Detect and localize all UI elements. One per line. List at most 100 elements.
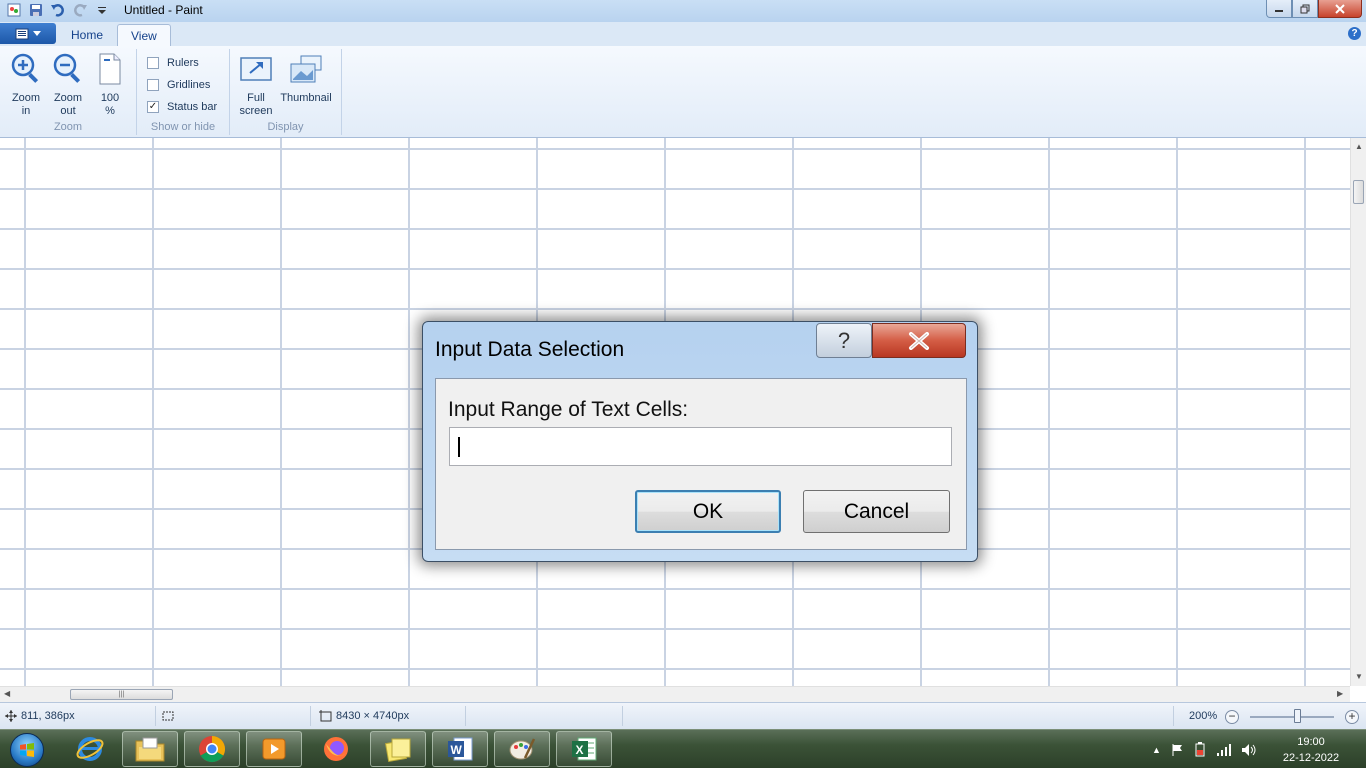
- input-range-field[interactable]: [449, 427, 952, 466]
- dialog-close-button[interactable]: [872, 323, 966, 358]
- clock-date: 22-12-2022: [1282, 752, 1340, 764]
- taskbar-media-player[interactable]: [246, 731, 302, 767]
- canvas-size-text: 8430 × 4740px: [336, 710, 410, 722]
- ok-button[interactable]: OK: [635, 490, 781, 533]
- thumbnail-label: Thumbnail: [280, 92, 332, 104]
- zoom-slider-knob[interactable]: [1294, 709, 1301, 723]
- taskbar-chrome[interactable]: [184, 731, 240, 767]
- svg-text:W: W: [451, 743, 463, 757]
- full-screen-button[interactable]: Full screen: [236, 51, 276, 118]
- redo-icon[interactable]: [72, 2, 88, 18]
- battery-icon[interactable]: [1193, 741, 1207, 758]
- show-hide-group-label: Show or hide: [150, 121, 216, 133]
- quick-access-toolbar: [6, 2, 110, 18]
- tab-home[interactable]: Home: [58, 24, 116, 46]
- zoom-in-label-2: in: [21, 105, 31, 117]
- dialog-title: Input Data Selection: [435, 338, 625, 361]
- chevron-down-icon: [33, 30, 41, 36]
- horizontal-scroll-thumb[interactable]: |||: [70, 689, 173, 700]
- title-bar: Untitled - Paint: [0, 0, 1366, 22]
- rulers-label: Rulers: [167, 57, 199, 69]
- sticky-notes-icon: [384, 738, 411, 763]
- zoom-100-label-1: 100: [100, 92, 120, 104]
- zoom-out-icon: [53, 53, 81, 83]
- tab-view[interactable]: View: [117, 24, 171, 46]
- zoom-level: 200%: [1189, 710, 1217, 722]
- full-screen-icon: [240, 57, 272, 81]
- vertical-scrollbar[interactable]: ▲ ▼: [1350, 138, 1366, 686]
- horizontal-scrollbar[interactable]: ◀ ||| ▶: [0, 686, 1350, 702]
- canvas-size: 8430 × 4740px: [318, 710, 409, 722]
- volume-icon[interactable]: [1241, 743, 1257, 757]
- restore-button[interactable]: [1292, 0, 1318, 18]
- scroll-left-icon[interactable]: ◀: [4, 689, 10, 698]
- cancel-button[interactable]: Cancel: [803, 490, 950, 533]
- gridlines-checkbox[interactable]: Gridlines: [147, 79, 210, 91]
- thumbnail-button[interactable]: Thumbnail: [278, 51, 334, 105]
- rulers-checkbox[interactable]: Rulers: [147, 57, 199, 69]
- dialog-help-button[interactable]: ?: [816, 323, 872, 358]
- svg-text:X: X: [576, 743, 584, 757]
- customize-qat-icon[interactable]: [94, 2, 110, 18]
- gridlines-label: Gridlines: [167, 79, 211, 91]
- undo-icon[interactable]: [50, 2, 66, 18]
- show-hidden-icons[interactable]: ▲: [1152, 745, 1161, 755]
- page-icon: [99, 53, 121, 85]
- zoom-in-icon: [11, 53, 39, 83]
- clock-time: 19:00: [1297, 736, 1325, 748]
- minimize-icon: [1275, 9, 1283, 12]
- taskbar-firefox[interactable]: [308, 731, 364, 767]
- paint-icon: [509, 738, 536, 760]
- save-icon[interactable]: [28, 2, 44, 18]
- taskbar-paint[interactable]: [494, 731, 550, 767]
- zoom-100-button[interactable]: 100 %: [90, 51, 130, 118]
- zoom-level-text: 200%: [1189, 710, 1218, 722]
- taskbar-file-explorer[interactable]: [122, 731, 178, 767]
- file-explorer-icon: [135, 737, 165, 762]
- taskbar: W X ▲ 19:00 22-12-2022: [0, 729, 1366, 768]
- zoom-in-small-button[interactable]: +: [1345, 710, 1359, 724]
- zoom-out-small-button[interactable]: −: [1225, 710, 1239, 724]
- close-icon: [1335, 3, 1345, 14]
- network-signal-icon[interactable]: [1216, 743, 1232, 757]
- word-icon: W: [448, 737, 473, 761]
- paint-menu-button[interactable]: [0, 23, 56, 44]
- zoom-out-label-1: Zoom: [53, 92, 83, 104]
- internet-explorer-icon: [76, 737, 104, 761]
- zoom-slider-track[interactable]: [1250, 716, 1334, 718]
- vertical-scroll-thumb[interactable]: [1353, 180, 1364, 204]
- zoom-in-button[interactable]: Zoom in: [6, 51, 46, 118]
- chrome-icon: [199, 736, 226, 763]
- taskbar-sticky-notes[interactable]: [370, 731, 426, 767]
- display-group-label: Display: [267, 121, 304, 133]
- windows-logo-icon: [10, 732, 44, 767]
- ribbon-tabs: Home View ?: [0, 22, 1366, 46]
- minimize-button[interactable]: [1266, 0, 1292, 18]
- paint-window: Untitled - Paint Home View ? Zoom in Zoo…: [0, 0, 1366, 768]
- close-window-button[interactable]: [1318, 0, 1362, 18]
- taskbar-internet-explorer[interactable]: [62, 731, 118, 767]
- taskbar-clock[interactable]: 19:00 22-12-2022: [1276, 734, 1346, 766]
- canvas-size-icon: [319, 710, 332, 722]
- action-center-flag-icon[interactable]: [1170, 743, 1184, 757]
- excel-icon: X: [572, 737, 597, 761]
- input-data-selection-dialog: Input Data Selection ? Input Range of Te…: [422, 321, 978, 562]
- full-screen-label-2: screen: [239, 105, 273, 117]
- status-bar-checkbox-box: ✓: [147, 101, 159, 113]
- zoom-out-button[interactable]: Zoom out: [48, 51, 88, 118]
- help-icon[interactable]: ?: [1348, 27, 1361, 40]
- ribbon-view: Zoom in Zoom out 100 % Zoom Rulers Gridl…: [0, 46, 1366, 138]
- taskbar-word[interactable]: W: [432, 731, 488, 767]
- scroll-right-icon[interactable]: ▶: [1337, 689, 1343, 698]
- scroll-down-icon[interactable]: ▼: [1355, 672, 1363, 681]
- firefox-icon: [324, 737, 348, 761]
- status-bar: 811, 386px 8430 × 4740px 200% − +: [0, 702, 1366, 729]
- scroll-up-icon[interactable]: ▲: [1355, 142, 1363, 151]
- media-player-icon: [262, 738, 286, 760]
- paint-app-icon[interactable]: [6, 2, 22, 18]
- start-button[interactable]: [4, 730, 50, 768]
- status-divider: [155, 706, 156, 726]
- status-divider: [465, 706, 466, 726]
- taskbar-excel[interactable]: X: [556, 731, 612, 767]
- status-bar-checkbox[interactable]: ✓ Status bar: [147, 101, 217, 113]
